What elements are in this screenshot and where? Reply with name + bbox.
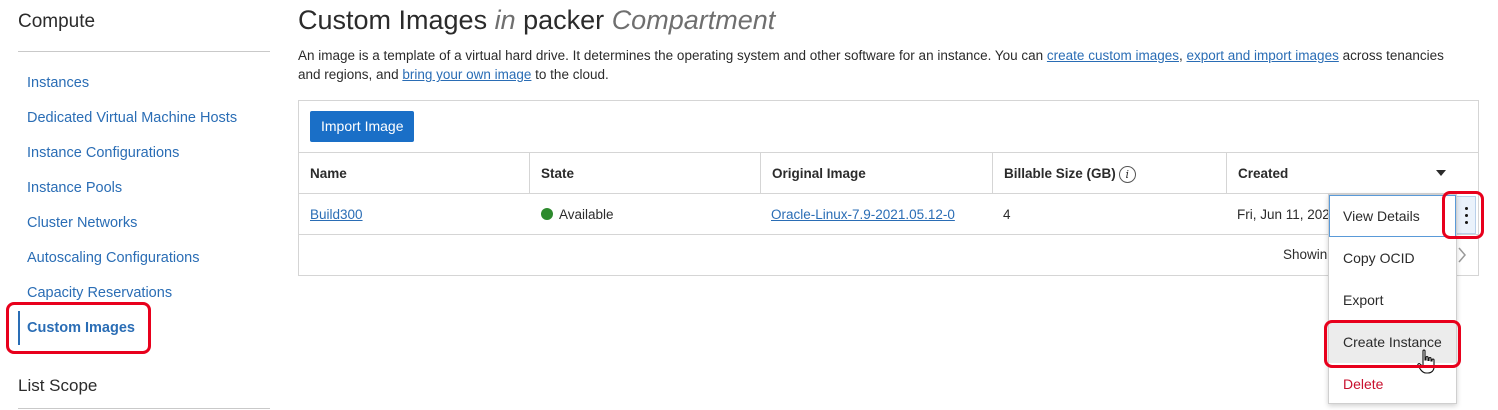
column-header-state-label: State bbox=[541, 166, 575, 181]
chevron-down-icon[interactable] bbox=[1436, 170, 1446, 176]
sidebar-item-dedicated-vm-hosts[interactable]: Dedicated Virtual Machine Hosts bbox=[27, 101, 237, 135]
sidebar-item-instance-configurations[interactable]: Instance Configurations bbox=[27, 136, 179, 170]
page-title-in: in bbox=[494, 5, 516, 35]
cell-name: Build300 bbox=[299, 194, 363, 235]
column-header-original-image[interactable]: Original Image bbox=[761, 153, 993, 194]
sidebar-item-autoscaling-configurations[interactable]: Autoscaling Configurations bbox=[27, 241, 200, 275]
page-title: Custom Images in packer Compartment bbox=[298, 5, 775, 36]
column-header-billable-size[interactable]: Billable Size (GB) i bbox=[993, 153, 1227, 194]
sidebar: Compute Instances Dedicated Virtual Mach… bbox=[0, 0, 290, 410]
column-header-original-image-label: Original Image bbox=[772, 166, 866, 181]
compartment-name: packer bbox=[523, 5, 605, 35]
kebab-dot-icon bbox=[1465, 214, 1468, 217]
pagination-summary: Showin bbox=[1283, 247, 1328, 262]
cell-billable-size: 4 bbox=[1003, 207, 1011, 222]
column-header-created-label: Created bbox=[1238, 166, 1289, 181]
column-header-created[interactable]: Created bbox=[1227, 153, 1478, 194]
sidebar-item-instances[interactable]: Instances bbox=[27, 66, 89, 100]
chevron-right-icon[interactable] bbox=[1457, 247, 1467, 263]
description-text-1: An image is a template of a virtual hard… bbox=[298, 48, 1047, 63]
row-actions-kebab-button[interactable] bbox=[1456, 196, 1476, 234]
menu-item-create-instance[interactable]: Create Instance bbox=[1329, 321, 1456, 363]
compartment-label: Compartment bbox=[611, 5, 776, 35]
menu-item-view-details[interactable]: View Details bbox=[1329, 195, 1456, 237]
page-description: An image is a template of a virtual hard… bbox=[298, 46, 1448, 84]
sidebar-item-capacity-reservations[interactable]: Capacity Reservations bbox=[27, 276, 172, 310]
export-import-images-link[interactable]: export and import images bbox=[1187, 48, 1339, 63]
bring-your-own-image-link[interactable]: bring your own image bbox=[402, 67, 531, 82]
original-image-link[interactable]: Oracle-Linux-7.9-2021.05.12-0 bbox=[771, 207, 955, 222]
column-header-state[interactable]: State bbox=[530, 153, 761, 194]
sidebar-title: Compute bbox=[18, 11, 96, 32]
column-header-name[interactable]: Name bbox=[299, 153, 530, 194]
row-actions-menu: View Details Copy OCID Export Create Ins… bbox=[1328, 194, 1457, 404]
sidebar-item-instance-pools[interactable]: Instance Pools bbox=[27, 171, 122, 205]
import-image-button[interactable]: Import Image bbox=[310, 111, 415, 142]
menu-item-delete[interactable]: Delete bbox=[1329, 363, 1456, 405]
table-row: Build300 Available Oracle-Linux-7.9-2021… bbox=[299, 194, 1478, 235]
list-scope-heading: List Scope bbox=[18, 376, 98, 395]
sidebar-active-indicator bbox=[18, 311, 20, 345]
kebab-dot-icon bbox=[1465, 207, 1468, 210]
hand-cursor-icon bbox=[1417, 349, 1435, 374]
description-text-2: , bbox=[1178, 48, 1187, 63]
cell-original-image: Oracle-Linux-7.9-2021.05.12-0 bbox=[760, 194, 955, 235]
sidebar-item-custom-images[interactable]: Custom Images bbox=[27, 311, 135, 345]
status-available-icon bbox=[541, 208, 553, 220]
images-table-panel: Import Image Name State Original Image B… bbox=[298, 100, 1479, 276]
sidebar-item-cluster-networks[interactable]: Cluster Networks bbox=[27, 206, 137, 240]
page-title-main: Custom Images bbox=[298, 5, 488, 35]
info-icon[interactable]: i bbox=[1118, 165, 1136, 183]
cell-state: Available bbox=[530, 194, 614, 235]
column-header-name-label: Name bbox=[310, 166, 347, 181]
status-text: Available bbox=[559, 207, 614, 222]
column-header-billable-size-label: Billable Size (GB) bbox=[1004, 166, 1116, 181]
image-name-link[interactable]: Build300 bbox=[310, 207, 363, 222]
menu-item-copy-ocid[interactable]: Copy OCID bbox=[1329, 237, 1456, 279]
kebab-dot-icon bbox=[1465, 221, 1468, 224]
cell-created: Fri, Jun 11, 202 bbox=[1237, 207, 1330, 222]
table-header: Name State Original Image Billable Size … bbox=[299, 152, 1478, 194]
menu-item-export[interactable]: Export bbox=[1329, 279, 1456, 321]
sidebar-divider-bottom bbox=[18, 408, 270, 409]
description-text-4: to the cloud. bbox=[531, 67, 609, 82]
sidebar-divider bbox=[18, 51, 270, 52]
create-custom-images-link[interactable]: create custom images bbox=[1047, 48, 1179, 63]
